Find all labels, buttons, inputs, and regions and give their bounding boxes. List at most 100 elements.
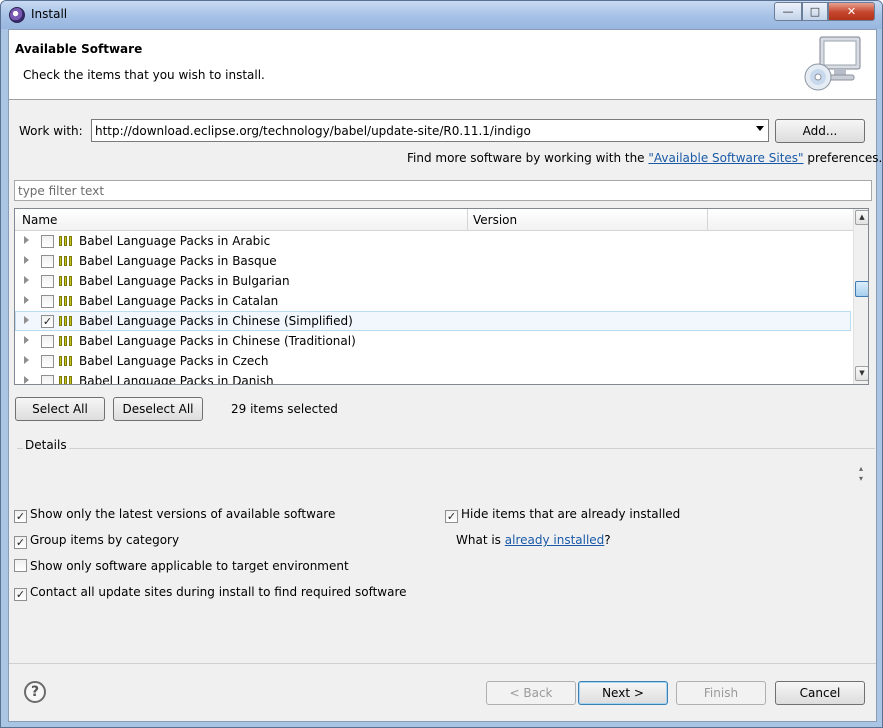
row-name: Babel Language Packs in Czech <box>79 354 269 368</box>
row-name: Babel Language Packs in Danish <box>79 374 274 385</box>
monitor-cd-icon <box>804 36 861 91</box>
option-group-by-category[interactable]: ✓ Group items by category <box>14 533 179 549</box>
row-checkbox[interactable] <box>41 375 54 384</box>
wizard-header: Available Software Check the items that … <box>9 30 876 100</box>
page-subtitle: Check the items that you wish to install… <box>23 68 265 82</box>
minimize-button[interactable]: — <box>774 2 802 21</box>
back-button[interactable]: < Back <box>486 681 576 705</box>
target-environment-checkbox[interactable] <box>14 559 27 572</box>
row-checkbox[interactable] <box>41 295 54 308</box>
find-more-prefix: Find more software by working with the <box>407 151 649 165</box>
hide-installed-label: Hide items that are already installed <box>461 507 681 521</box>
filter-input[interactable]: type filter text <box>14 180 872 201</box>
expand-arrow-icon[interactable] <box>24 356 29 364</box>
row-checkbox[interactable] <box>41 275 54 288</box>
find-more-suffix: preferences. <box>803 151 883 165</box>
tree-rows: Babel Language Packs in Arabic Babel Lan… <box>15 231 853 385</box>
available-software-sites-link[interactable]: "Available Software Sites" <box>648 151 803 165</box>
expand-arrow-icon[interactable] <box>24 316 29 324</box>
title-bar[interactable]: Install — □ ✕ <box>1 1 882 29</box>
eclipse-icon <box>9 7 25 23</box>
already-installed-link[interactable]: already installed <box>505 533 605 547</box>
row-checkbox[interactable] <box>41 255 54 268</box>
scroll-down-arrow-icon[interactable]: ▼ <box>855 366 868 381</box>
tree-row[interactable]: Babel Language Packs in Czech <box>15 351 853 371</box>
find-more-text: Find more software by working with the "… <box>407 151 882 165</box>
page-title: Available Software <box>15 42 143 56</box>
tree-row[interactable]: Babel Language Packs in Danish <box>15 371 853 385</box>
option-contact-update-sites[interactable]: ✓ Contact all update sites during install… <box>14 585 407 601</box>
filter-placeholder: type filter text <box>18 184 105 198</box>
feature-package-icon <box>59 356 74 366</box>
details-label: Details <box>23 438 69 452</box>
group-by-category-checkbox[interactable]: ✓ <box>14 536 27 549</box>
latest-versions-label: Show only the latest versions of availab… <box>30 507 336 521</box>
expand-arrow-icon[interactable] <box>24 256 29 264</box>
maximize-button[interactable]: □ <box>802 2 828 21</box>
feature-package-icon <box>59 376 74 384</box>
close-button[interactable]: ✕ <box>828 2 875 21</box>
footer-divider <box>9 663 876 664</box>
help-icon[interactable]: ? <box>24 681 46 703</box>
group-by-category-label: Group items by category <box>30 533 180 547</box>
what-is-suffix: ? <box>604 533 611 547</box>
tree-row[interactable]: Babel Language Packs in Arabic <box>15 231 853 251</box>
details-area[interactable] <box>17 448 875 500</box>
row-checkbox[interactable] <box>41 235 54 248</box>
feature-package-icon <box>59 336 74 346</box>
column-divider[interactable] <box>707 209 708 231</box>
row-checkbox[interactable]: ✓ <box>41 315 54 328</box>
tree-row-selected[interactable]: ✓ Babel Language Packs in Chinese (Simpl… <box>15 311 851 331</box>
expand-arrow-icon[interactable] <box>24 376 29 384</box>
chevron-down-icon[interactable] <box>756 126 764 131</box>
row-name: Babel Language Packs in Arabic <box>79 234 271 248</box>
column-divider[interactable] <box>467 209 468 231</box>
tree-row[interactable]: Babel Language Packs in Catalan <box>15 291 853 311</box>
details-group: Details ▴ ▾ <box>13 430 875 500</box>
latest-versions-checkbox[interactable]: ✓ <box>14 510 27 523</box>
row-checkbox[interactable] <box>41 335 54 348</box>
expand-arrow-icon[interactable] <box>24 236 29 244</box>
option-target-environment[interactable]: Show only software applicable to target … <box>14 559 349 573</box>
expand-arrow-icon[interactable] <box>24 336 29 344</box>
tree-row[interactable]: Babel Language Packs in Chinese (Traditi… <box>15 331 853 351</box>
add-button[interactable]: Add... <box>775 119 865 143</box>
tree-header: Name Version <box>15 209 853 231</box>
column-name[interactable]: Name <box>22 213 57 227</box>
option-hide-installed[interactable]: ✓ Hide items that are already installed <box>445 507 680 523</box>
tree-row[interactable]: Babel Language Packs in Basque <box>15 251 853 271</box>
row-name: Babel Language Packs in Chinese (Simplif… <box>79 314 353 328</box>
select-all-button[interactable]: Select All <box>15 397 105 421</box>
next-button[interactable]: Next > <box>578 681 668 705</box>
work-with-combo[interactable]: http://download.eclipse.org/technology/b… <box>91 119 769 142</box>
selection-status: 29 items selected <box>231 402 338 416</box>
details-scroll-arrows-icon[interactable]: ▴ ▾ <box>856 464 866 486</box>
target-environment-label: Show only software applicable to target … <box>30 559 349 573</box>
expand-arrow-icon[interactable] <box>24 296 29 304</box>
row-checkbox[interactable] <box>41 355 54 368</box>
tree-row[interactable]: Babel Language Packs in Bulgarian <box>15 271 853 291</box>
hide-installed-checkbox[interactable]: ✓ <box>445 510 458 523</box>
feature-package-icon <box>59 316 74 326</box>
cancel-button[interactable]: Cancel <box>775 681 865 705</box>
dialog-client: Available Software Check the items that … <box>8 29 882 722</box>
deselect-all-button[interactable]: Deselect All <box>113 397 203 421</box>
row-name: Babel Language Packs in Bulgarian <box>79 274 290 288</box>
column-version[interactable]: Version <box>473 213 517 227</box>
contact-update-sites-checkbox[interactable]: ✓ <box>14 588 27 601</box>
software-tree[interactable]: Name Version Babel Language Packs in Ara… <box>14 208 869 385</box>
finish-button[interactable]: Finish <box>676 681 766 705</box>
scroll-up-arrow-icon[interactable]: ▲ <box>855 210 868 225</box>
scroll-thumb[interactable] <box>855 281 868 297</box>
what-is-installed-text: What is already installed? <box>456 533 611 547</box>
row-name: Babel Language Packs in Catalan <box>79 294 279 308</box>
expand-arrow-icon[interactable] <box>24 276 29 284</box>
tree-scrollbar[interactable]: ▲ ▼ <box>853 209 868 384</box>
install-window: Install — □ ✕ Available Software Check t… <box>0 0 883 728</box>
row-name: Babel Language Packs in Chinese (Traditi… <box>79 334 356 348</box>
feature-package-icon <box>59 276 74 286</box>
feature-package-icon <box>59 236 74 246</box>
feature-package-icon <box>59 296 74 306</box>
what-is-prefix: What is <box>456 533 505 547</box>
option-latest-versions[interactable]: ✓ Show only the latest versions of availa… <box>14 507 335 523</box>
